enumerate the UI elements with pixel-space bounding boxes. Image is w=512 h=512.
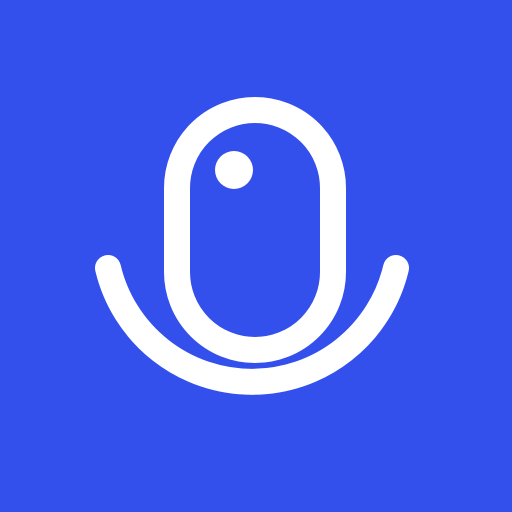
microphone-highlight-dot — [215, 151, 253, 189]
icon-background — [0, 0, 512, 512]
microphone-icon — [0, 0, 512, 512]
app-icon — [0, 0, 512, 512]
